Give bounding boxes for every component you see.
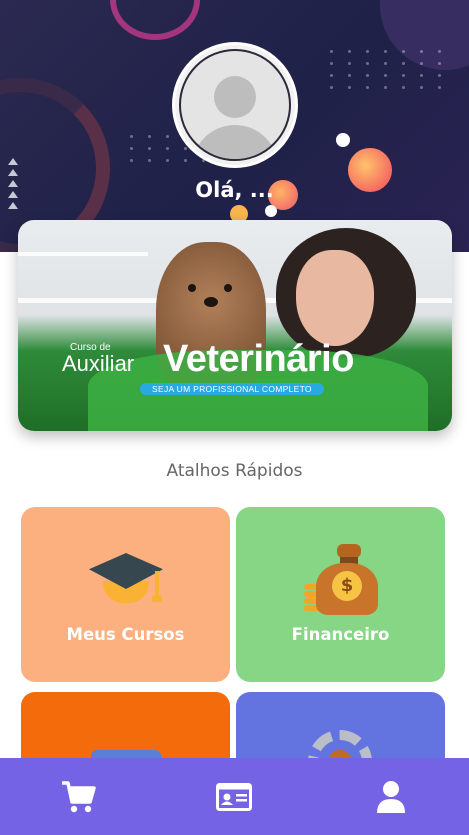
decor-white-dot: [336, 133, 350, 147]
profile-header: Olá, ...: [0, 0, 469, 252]
banner-line2: Veterinário: [163, 338, 354, 380]
woman-face-image: [296, 250, 374, 346]
banner-line1: Auxiliar: [62, 351, 135, 376]
greeting-text: Olá, ...: [195, 178, 274, 202]
tile-financeiro[interactable]: $ Financeiro: [236, 507, 445, 682]
dog-eye-right: [224, 284, 232, 292]
profile-button[interactable]: [361, 767, 421, 827]
user-icon: [376, 780, 405, 813]
tile-meus-cursos[interactable]: Meus Cursos: [21, 507, 230, 682]
decor-arc-top: [110, 0, 200, 40]
avatar[interactable]: [172, 42, 298, 168]
tile-label: Financeiro: [291, 625, 390, 644]
tile-label: Meus Cursos: [66, 625, 185, 644]
section-title: Atalhos Rápidos: [166, 461, 303, 481]
user-avatar-placeholder-icon: [179, 49, 291, 161]
course-banner[interactable]: Curso de Auxiliar Veterinário SEJA UM PR…: [18, 220, 452, 431]
dog-nose: [204, 297, 218, 307]
dog-eye-left: [188, 284, 196, 292]
bottom-navigation: [0, 758, 469, 835]
banner-tagline: SEJA UM PROFISSIONAL COMPLETO: [140, 383, 324, 395]
decor-dot-grid: [330, 50, 447, 89]
banner-shelf-2: [18, 252, 148, 256]
cart-button[interactable]: [48, 767, 108, 827]
id-card-button[interactable]: [204, 767, 264, 827]
decor-white-dot-2: [265, 205, 277, 217]
cart-icon: [62, 780, 96, 812]
id-card-icon: [216, 782, 253, 811]
